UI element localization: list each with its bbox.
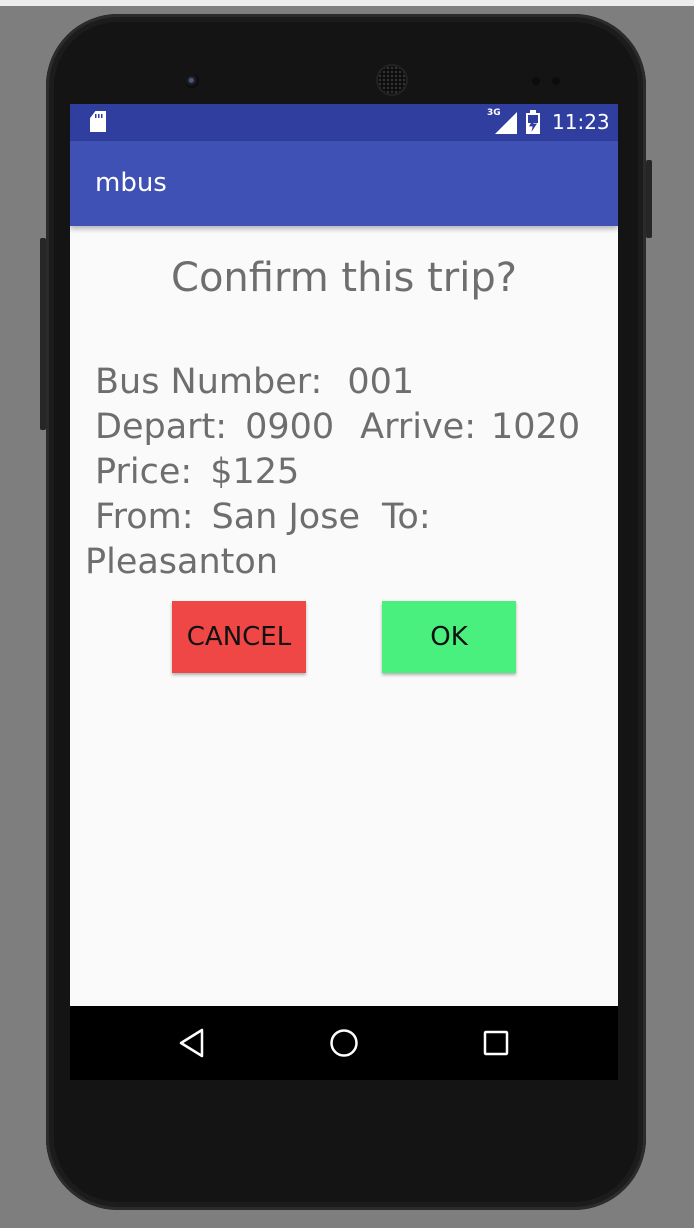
ok-button[interactable]: OK <box>382 601 516 673</box>
status-bar: 3G 11:23 <box>70 104 618 141</box>
battery-charging-icon <box>526 110 540 134</box>
power-button <box>646 160 652 238</box>
proximity-sensor-icon <box>532 77 540 85</box>
bus-number-row: Bus Number: 001 <box>95 360 605 405</box>
sd-card-icon <box>90 111 106 132</box>
arrive-value: 1020 <box>491 407 581 447</box>
device-screen: 3G 11:23 mbus Confirm this trip? Bus Num… <box>70 104 618 1080</box>
app-bar: mbus <box>70 141 618 226</box>
price-row: Price: $125 <box>95 450 605 495</box>
from-label: From: <box>95 497 194 537</box>
cancel-button[interactable]: CANCEL <box>172 601 306 673</box>
confirm-heading: Confirm this trip? <box>171 255 517 301</box>
time-row: Depart: 0900 Arrive: 1020 <box>95 405 605 450</box>
bus-number-label: Bus Number: <box>95 362 323 402</box>
back-icon[interactable] <box>172 1024 212 1062</box>
app-title: mbus <box>95 168 167 198</box>
home-icon[interactable] <box>324 1024 364 1062</box>
price-value: $125 <box>210 452 300 492</box>
front-camera-icon <box>185 74 199 88</box>
depart-label: Depart: <box>95 407 228 447</box>
network-type-label: 3G <box>487 108 501 118</box>
trip-details: Bus Number: 001 Depart: 0900 Arrive: 1020 Pr… <box>85 360 605 585</box>
bus-number-value: 001 <box>347 362 415 402</box>
route-row: From: San Jose To: <box>95 495 605 540</box>
status-time: 11:23 <box>552 110 610 134</box>
price-label: Price: <box>95 452 193 492</box>
window-top-edge <box>0 0 694 6</box>
recents-icon[interactable] <box>476 1024 516 1062</box>
to-label: To: <box>382 497 431 537</box>
cell-signal-icon: 3G <box>487 108 517 134</box>
arrive-label: Arrive: <box>360 407 477 447</box>
light-sensor-icon <box>552 77 560 85</box>
depart-value: 0900 <box>245 407 335 447</box>
destination-row: Pleasanton <box>85 540 605 585</box>
navigation-bar <box>70 1006 618 1080</box>
from-value: San Jose <box>211 497 360 537</box>
to-value: Pleasanton <box>85 542 278 582</box>
earpiece-speaker-icon <box>378 66 406 94</box>
confirm-trip-panel: Confirm this trip? Bus Number: 001 Depart… <box>70 226 618 1006</box>
